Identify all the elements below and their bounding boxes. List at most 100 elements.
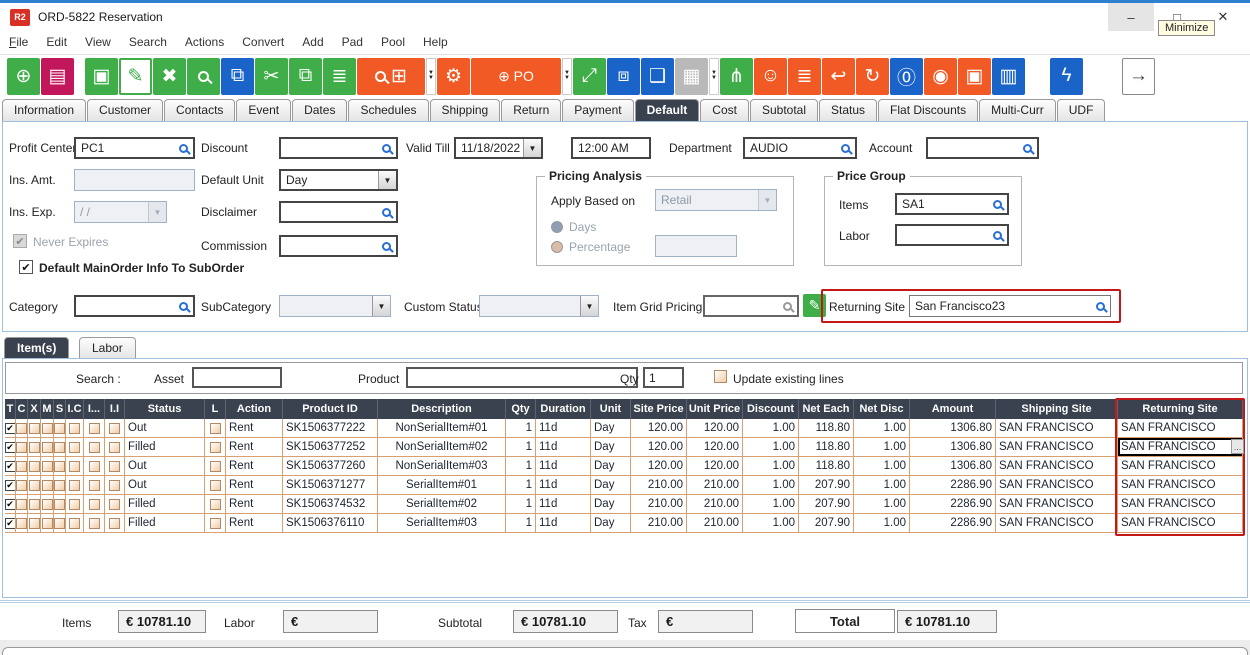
- row-checkbox[interactable]: [42, 442, 53, 453]
- tab-labor[interactable]: Labor: [79, 337, 136, 359]
- row-checkbox[interactable]: [69, 423, 80, 434]
- table-row[interactable]: ✔FilledRentSK1506377252NonSerialItem#021…: [5, 438, 1245, 457]
- tab-event[interactable]: Event: [236, 99, 291, 121]
- search-icon[interactable]: [187, 58, 220, 95]
- column-header-status[interactable]: Status: [125, 399, 205, 419]
- tab-cost[interactable]: Cost: [700, 99, 749, 121]
- print-icon[interactable]: ▤: [41, 58, 74, 95]
- row-checkbox-cell[interactable]: [84, 476, 105, 495]
- column-header-unit-price[interactable]: Unit Price: [687, 399, 743, 419]
- tab-payment[interactable]: Payment: [562, 99, 633, 121]
- cell-action[interactable]: Rent: [226, 438, 283, 457]
- column-header-l[interactable]: L: [205, 399, 226, 419]
- column-header-unit[interactable]: Unit: [591, 399, 631, 419]
- search-icon[interactable]: [382, 144, 391, 153]
- asset-input[interactable]: [192, 367, 282, 388]
- custom-status-dropdown[interactable]: ▼: [479, 295, 599, 317]
- cell-shipping-site[interactable]: SAN FRANCISCO: [996, 438, 1118, 457]
- cell-qty[interactable]: 1: [506, 457, 536, 476]
- search-icon[interactable]: [1023, 144, 1032, 153]
- smiley-icon[interactable]: ☺: [754, 58, 787, 95]
- row-checkbox-cell[interactable]: [205, 514, 226, 533]
- cell-product-id[interactable]: SK1506377222: [283, 419, 378, 438]
- row-checkbox-cell[interactable]: [28, 457, 41, 476]
- valid-till-date-field[interactable]: 11/18/2022▼: [454, 137, 543, 159]
- cell-duration[interactable]: 11d: [536, 457, 591, 476]
- row-checkbox[interactable]: [16, 518, 27, 529]
- chat-zero-icon[interactable]: ⓪: [890, 58, 923, 95]
- cell-net-disc[interactable]: 1.00: [854, 514, 910, 533]
- cell-unit[interactable]: Day: [591, 438, 631, 457]
- chevron-down-icon[interactable]: ▼: [378, 171, 396, 189]
- row-checkbox-cell[interactable]: [84, 495, 105, 514]
- column-header-duration[interactable]: Duration: [536, 399, 591, 419]
- cell-status[interactable]: Out: [125, 457, 205, 476]
- column-header-net-disc[interactable]: Net Disc: [854, 399, 910, 419]
- cell-qty[interactable]: 1: [506, 438, 536, 457]
- cell-unit-price[interactable]: 120.00: [687, 419, 743, 438]
- default-unit-dropdown[interactable]: Day▼: [279, 169, 398, 191]
- cell-discount[interactable]: 1.00: [743, 476, 799, 495]
- cell-net-disc[interactable]: 1.00: [854, 419, 910, 438]
- cell-description[interactable]: NonSerialItem#01: [378, 419, 506, 438]
- cell-net-each[interactable]: 207.90: [799, 495, 854, 514]
- cell-qty[interactable]: 1: [506, 495, 536, 514]
- cell-product-id[interactable]: SK1506377260: [283, 457, 378, 476]
- row-checkbox-cell[interactable]: [105, 476, 125, 495]
- row-checkbox[interactable]: [29, 499, 40, 510]
- row-checkbox[interactable]: [69, 442, 80, 453]
- row-checkbox-cell[interactable]: [54, 438, 66, 457]
- cell-description[interactable]: NonSerialItem#02: [378, 438, 506, 457]
- cell-discount[interactable]: 1.00: [743, 419, 799, 438]
- column-header-i-i[interactable]: I.I: [105, 399, 125, 419]
- row-checkbox-cell[interactable]: [16, 457, 28, 476]
- commission-field[interactable]: [279, 235, 398, 257]
- cell-site-price[interactable]: 210.00: [631, 476, 687, 495]
- row-checkbox[interactable]: [69, 499, 80, 510]
- row-checkbox-cell[interactable]: [205, 419, 226, 438]
- tab-udf[interactable]: UDF: [1057, 99, 1106, 121]
- column-header-action[interactable]: Action: [226, 399, 283, 419]
- valid-till-time-field[interactable]: 12:00 AM: [571, 137, 651, 159]
- cell-shipping-site[interactable]: SAN FRANCISCO: [996, 457, 1118, 476]
- row-checkbox[interactable]: [210, 518, 221, 529]
- column-header-discount[interactable]: Discount: [743, 399, 799, 419]
- save-icon[interactable]: ▣: [85, 58, 118, 95]
- menu-convert[interactable]: Convert: [233, 35, 293, 49]
- row-checkbox[interactable]: [16, 499, 27, 510]
- row-checkbox[interactable]: [89, 480, 100, 491]
- item-grid-pricing-id-field[interactable]: [703, 295, 799, 317]
- cell-unit-price[interactable]: 210.00: [687, 495, 743, 514]
- row-checkbox[interactable]: [54, 423, 65, 434]
- cell-product-id[interactable]: SK1506376110: [283, 514, 378, 533]
- row-checkbox-cell[interactable]: [84, 457, 105, 476]
- cell-shipping-site[interactable]: SAN FRANCISCO: [996, 514, 1118, 533]
- cell-qty[interactable]: 1: [506, 419, 536, 438]
- row-checkbox[interactable]: [210, 442, 221, 453]
- column-header-shipping-site[interactable]: Shipping Site: [996, 399, 1118, 419]
- cell-net-each[interactable]: 207.90: [799, 514, 854, 533]
- row-checkbox[interactable]: ✔: [5, 461, 16, 472]
- table-row[interactable]: ✔OutRentSK1506377260NonSerialItem#03111d…: [5, 457, 1245, 476]
- cell-action[interactable]: Rent: [226, 514, 283, 533]
- row-checkbox-cell[interactable]: [28, 438, 41, 457]
- row-checkbox-cell[interactable]: [16, 476, 28, 495]
- cell-amount[interactable]: 1306.80: [910, 438, 996, 457]
- cell-description[interactable]: SerialItem#01: [378, 476, 506, 495]
- delete-icon[interactable]: ✖: [153, 58, 186, 95]
- cell-site-price[interactable]: 120.00: [631, 419, 687, 438]
- row-checkbox[interactable]: [89, 518, 100, 529]
- row-checkbox-cell[interactable]: [105, 495, 125, 514]
- tab-item-s-[interactable]: Item(s): [4, 337, 69, 359]
- cell-duration[interactable]: 11d: [536, 514, 591, 533]
- disclaimer-field[interactable]: [279, 201, 398, 223]
- menu-pad[interactable]: Pad: [333, 35, 372, 49]
- row-checkbox[interactable]: [54, 461, 65, 472]
- cell-duration[interactable]: 11d: [536, 495, 591, 514]
- menu-search[interactable]: Search: [120, 35, 176, 49]
- column-header-i-[interactable]: I...: [84, 399, 105, 419]
- row-checkbox[interactable]: [29, 423, 40, 434]
- row-checkbox[interactable]: [29, 480, 40, 491]
- copy-special-icon[interactable]: ⧉: [221, 58, 254, 95]
- cell-unit[interactable]: Day: [591, 457, 631, 476]
